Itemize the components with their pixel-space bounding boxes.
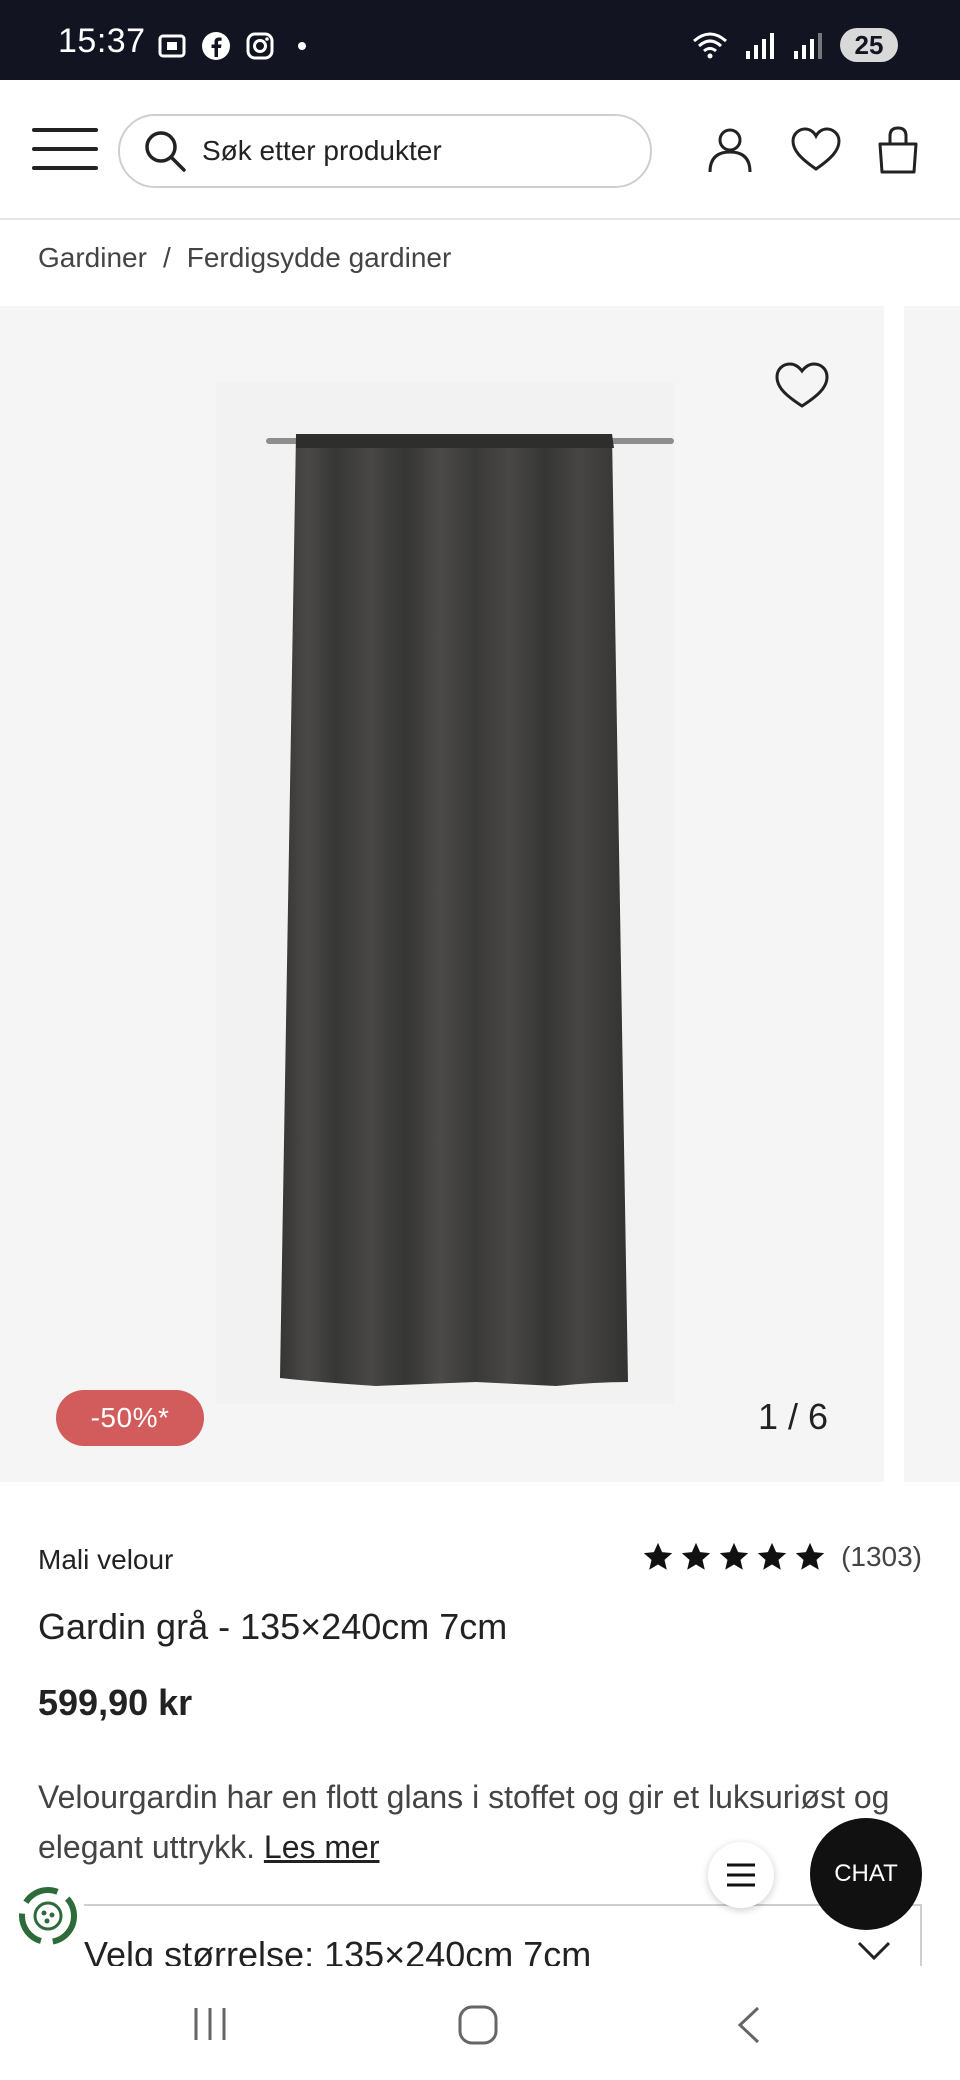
heart-icon[interactable] [790,124,842,176]
signal-icon [794,33,822,59]
image-counter: 1 / 6 [757,1396,828,1437]
list-icon [727,1863,755,1887]
product-image[interactable] [216,382,674,1404]
rating-count: (1303) [841,1541,922,1572]
status-bar: 15:37 25 [0,0,960,80]
breadcrumb-item[interactable]: Ferdigsydde gardiner [187,242,452,274]
star-icon [757,1542,787,1570]
search-bar[interactable] [118,114,652,188]
chat-button[interactable]: CHAT [810,1818,922,1930]
battery-icon: 25 [840,28,898,62]
product-description: Velourgardin har en flott glans i stoffe… [38,1772,918,1872]
status-time: 15:37 [58,22,146,60]
next-image-peek[interactable] [904,306,960,1482]
discount-badge: -50%* [56,1390,204,1446]
star-icon [719,1542,749,1570]
curtain-image [266,434,674,1386]
product-rating[interactable]: (1303) [641,1540,922,1574]
product-price: 599,90 kr [38,1682,193,1723]
dot-icon [298,42,306,50]
recent-apps-icon[interactable] [190,2004,230,2044]
menu-icon-line [32,128,98,132]
bag-icon[interactable] [872,124,924,176]
chevron-down-icon [857,1941,891,1961]
list-menu-button[interactable] [708,1842,774,1908]
facebook-icon [202,32,230,60]
star-icon [681,1542,711,1570]
product-title: Gardin grå - 135×240cm 7cm [38,1606,508,1647]
wishlist-heart-icon[interactable] [774,360,830,410]
site-header [0,80,960,220]
instagram-icon [246,32,274,60]
wifi-icon [693,32,727,59]
signal-icon [746,33,774,59]
product-gallery[interactable]: -50%* 1 / 6 [0,306,884,1482]
user-icon[interactable] [704,124,756,176]
breadcrumb: Gardiner / Ferdigsydde gardiner [38,242,451,274]
search-input[interactable] [202,135,622,167]
product-brand: Mali velour [38,1544,174,1575]
status-icons-right: 25 [690,28,898,62]
breadcrumb-item[interactable]: Gardiner [38,242,147,274]
back-icon[interactable] [732,2004,764,2046]
rating-stars [641,1540,827,1574]
read-more-link[interactable]: Les mer [264,1829,380,1865]
star-icon [795,1542,825,1570]
search-icon [145,131,186,172]
screenshot-icon [158,34,186,58]
home-icon[interactable] [456,2004,500,2046]
breadcrumb-separator: / [162,242,171,273]
menu-button[interactable] [32,128,98,172]
system-nav-bar [0,1966,960,2080]
eco-recycle-icon[interactable] [14,1882,82,1950]
status-icons-left [156,30,306,62]
menu-icon-line [32,166,98,170]
star-icon [643,1542,673,1570]
menu-icon-line [32,147,98,151]
